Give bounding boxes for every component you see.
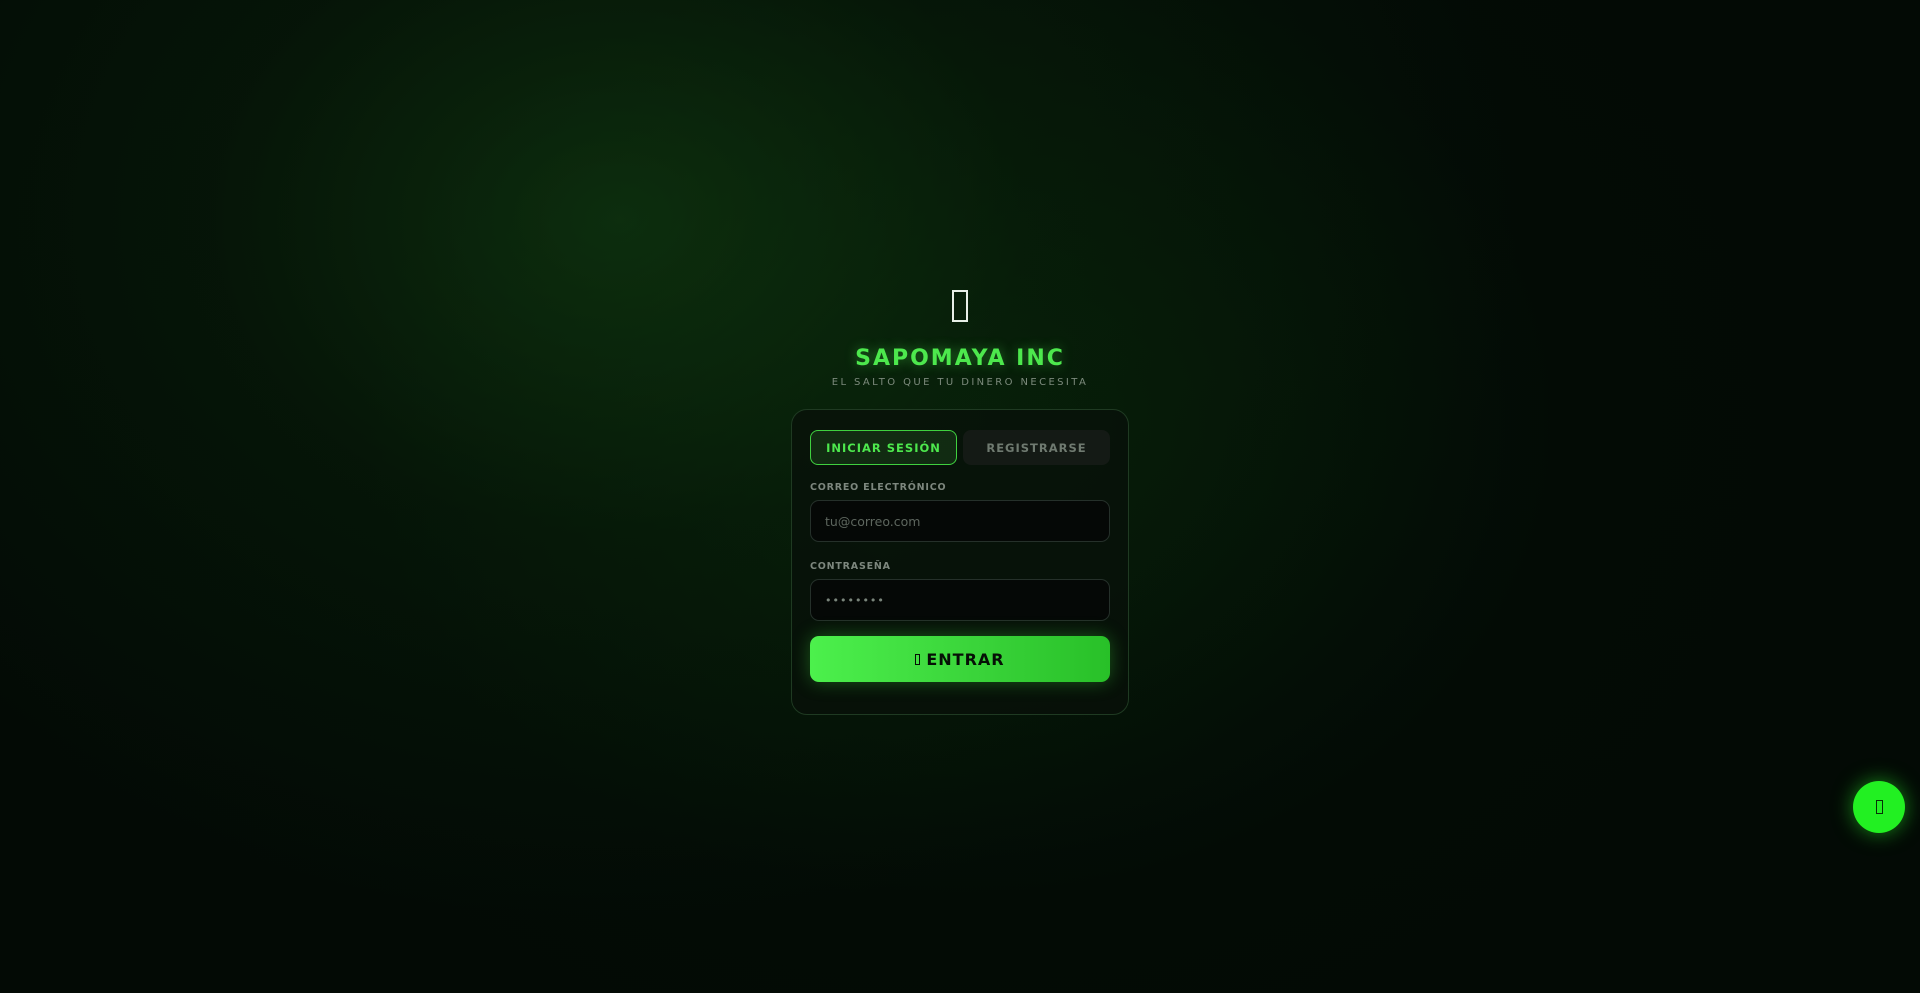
email-placeholder: tu@correo.com xyxy=(825,513,921,529)
submit-label: ENTRAR xyxy=(926,649,1005,669)
brand-tagline: EL SALTO QUE TU DINERO NECESITA xyxy=(831,377,1089,388)
login-submit-button[interactable]: ENTRAR xyxy=(810,636,1110,682)
brand-header: SAPOMAYA INC EL SALTO QUE TU DINERO NECE… xyxy=(0,280,1920,388)
chat-icon xyxy=(1875,800,1883,814)
login-card: INICIAR SESIÓN REGISTRARSE CORREO ELECTR… xyxy=(791,409,1129,715)
password-field[interactable]: •••••••• xyxy=(810,579,1110,621)
tab-login[interactable]: INICIAR SESIÓN xyxy=(810,430,957,465)
frog-icon xyxy=(952,290,968,322)
floating-chat-button[interactable] xyxy=(1853,781,1905,833)
login-icon xyxy=(915,653,921,665)
tab-register[interactable]: REGISTRARSE xyxy=(963,430,1110,465)
brand-title: SAPOMAYA INC xyxy=(855,346,1065,371)
password-placeholder: •••••••• xyxy=(825,593,885,607)
auth-tabs: INICIAR SESIÓN REGISTRARSE xyxy=(810,430,1110,465)
password-label: CONTRASEÑA xyxy=(810,561,891,572)
email-field[interactable]: tu@correo.com xyxy=(810,500,1110,542)
email-label: CORREO ELECTRÓNICO xyxy=(810,482,947,493)
